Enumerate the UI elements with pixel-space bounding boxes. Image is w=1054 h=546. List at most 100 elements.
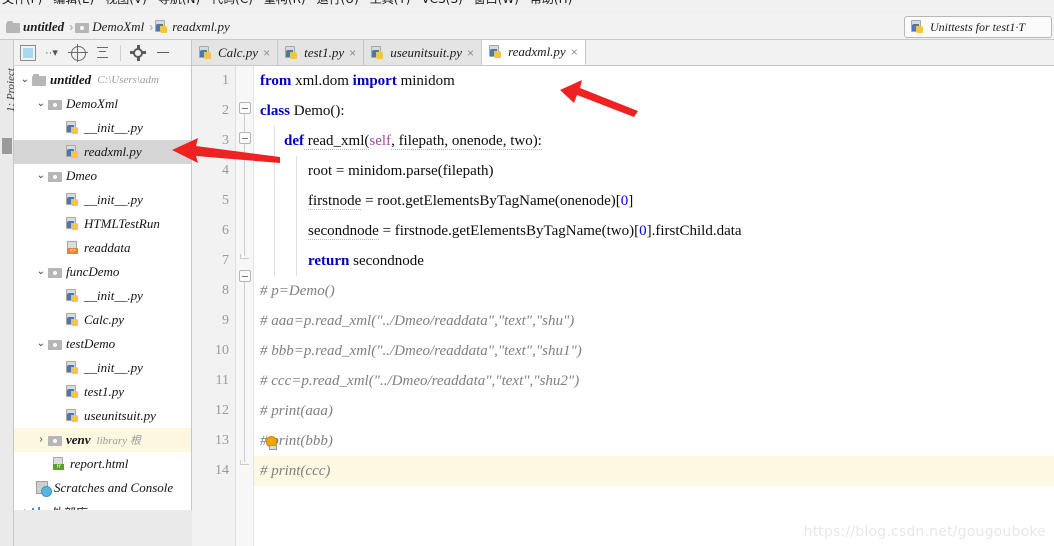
expr-end: ].firstChild.data	[646, 223, 742, 239]
tree-label: report.html	[70, 456, 129, 471]
fold-marker-def[interactable]	[239, 132, 251, 144]
html-file-icon: H	[52, 457, 66, 471]
run-configuration-selector[interactable]: Unittests for test1·T	[904, 16, 1052, 38]
chevron-down-icon[interactable]: ⌄	[18, 75, 32, 85]
menu-item-tools[interactable]: 工具(T)	[370, 0, 411, 5]
menu-item-refactor[interactable]: 重构(R)	[264, 0, 306, 5]
python-file-icon	[155, 19, 169, 34]
tree-row-readxml[interactable]: readxml.py	[14, 140, 191, 164]
line-number: 10	[215, 343, 229, 358]
expr: = root.getElementsByTagName(onenode)[	[361, 193, 621, 209]
navigation-bar: untitled › DemoXml › readxml.py	[0, 14, 1054, 40]
breadcrumb-file[interactable]: readxml.py	[169, 19, 233, 35]
collapse-all-icon[interactable]	[95, 45, 111, 61]
breadcrumb-project[interactable]: untitled	[20, 19, 67, 35]
chevron-down-icon[interactable]: ⌄	[34, 99, 48, 109]
tree-label: Scratches and Console	[54, 480, 174, 495]
project-tree: ⌄ untitled C:\Users\adm ⌄ DemoXml __init…	[14, 66, 191, 524]
project-view-selector-icon[interactable]	[20, 44, 36, 61]
line-number: 9	[222, 313, 229, 328]
close-icon[interactable]: ×	[467, 47, 474, 59]
menu-item-vcs[interactable]: VCS(S)	[421, 0, 462, 5]
tree-row-demoxml[interactable]: ⌄ DemoXml	[14, 92, 191, 116]
tree-label: Dmeo	[66, 168, 98, 183]
folder-icon	[32, 74, 46, 86]
chevron-right-icon[interactable]: ›	[34, 435, 48, 445]
tree-row-htmltestrunner[interactable]: HTMLTestRun	[14, 212, 191, 236]
chevron-down-icon[interactable]: ⌄	[34, 339, 48, 349]
chevron-down-icon[interactable]: ⌄	[34, 267, 48, 277]
scroll-from-source-icon[interactable]	[68, 43, 88, 62]
editor-tab-useunitsuit[interactable]: useunitsuit.py ×	[364, 40, 483, 65]
tree-label: useunitsuit.py	[84, 408, 156, 423]
menu-item-code[interactable]: 代码(C)	[211, 0, 253, 5]
tree-row-funcdemo[interactable]: ⌄ funcDemo	[14, 260, 191, 284]
menu-item-help[interactable]: 帮助(H)	[530, 0, 572, 5]
tree-label: HTMLTestRun	[84, 216, 160, 231]
watermark-text: https://blog.csdn.net/gougouboke	[803, 524, 1046, 540]
tree-label: __init__.py	[84, 192, 143, 207]
tree-row-funcdemo-init[interactable]: __init__.py	[14, 284, 191, 308]
tool-strip-marker	[2, 138, 12, 154]
menu-item-file[interactable]: 文件(F)	[2, 0, 42, 5]
project-panel-footer	[14, 510, 206, 546]
lightbulb-intention-icon[interactable]	[266, 436, 277, 450]
tree-row-dmeo-init[interactable]: __init__.py	[14, 188, 191, 212]
editor-tab-calc[interactable]: Calc.py ×	[192, 40, 279, 65]
tree-row-testdemo[interactable]: ⌄ testDemo	[14, 332, 191, 356]
tree-label: funcDemo	[66, 264, 120, 279]
code-content[interactable]: from xml.dom import minidom class Demo()…	[254, 66, 1054, 546]
menu-item-navigate[interactable]: 导航(N)	[158, 0, 200, 5]
tree-label: venv	[66, 432, 91, 447]
hide-panel-icon[interactable]	[155, 45, 171, 61]
var-secondnode: secondnode	[308, 223, 379, 240]
folder-icon	[48, 338, 62, 350]
code-line-11: # ccc=p.read_xml("../Dmeo/readdata","tex…	[260, 373, 580, 389]
editor-tab-bar: Calc.py × test1.py × useunitsuit.py × re…	[192, 40, 1054, 66]
fold-marker-class[interactable]	[239, 102, 251, 114]
code-line-12: # print(aaa)	[260, 403, 333, 419]
tree-label: __init__.py	[84, 288, 143, 303]
chevron-down-icon[interactable]: ⌄	[34, 171, 48, 181]
line-number: 13	[215, 433, 229, 448]
editor-tab-readxml[interactable]: readxml.py ×	[482, 40, 586, 65]
menu-item-run[interactable]: 运行(U)	[317, 0, 359, 5]
tree-row-demoxml-init[interactable]: __init__.py	[14, 116, 191, 140]
tree-path-hint: C:\Users\adm	[97, 74, 159, 86]
line-number: 2	[222, 103, 229, 118]
close-icon[interactable]: ×	[263, 47, 270, 59]
tree-row-readdata[interactable]: <> readdata	[14, 236, 191, 260]
breadcrumb-folder[interactable]: DemoXml	[89, 19, 147, 35]
menu-item-window[interactable]: 窗口(W)	[474, 0, 519, 5]
xml-file-icon: <>	[66, 241, 80, 255]
close-icon[interactable]: ×	[349, 47, 356, 59]
line-number: 7	[222, 253, 229, 268]
tree-row-dmeo[interactable]: ⌄ Dmeo	[14, 164, 191, 188]
tree-row-test1[interactable]: test1.py	[14, 380, 191, 404]
tree-label: untitled	[50, 72, 92, 87]
tree-row-testdemo-init[interactable]: __init__.py	[14, 356, 191, 380]
self-param: self	[369, 133, 392, 149]
menu-item-view[interactable]: 视图(V)	[105, 0, 147, 5]
tree-row-scratches[interactable]: Scratches and Console	[14, 476, 191, 500]
tree-label: test1.py	[84, 384, 125, 399]
editor-tab-test1[interactable]: test1.py ×	[278, 40, 365, 65]
settings-gear-icon[interactable]	[130, 44, 146, 61]
dropdown-arrow-icon[interactable]: ··▾	[45, 45, 61, 61]
tree-row-untitled[interactable]: ⌄ untitled C:\Users\adm	[14, 68, 191, 92]
tree-row-venv[interactable]: › venv library 根	[14, 428, 191, 452]
line-number: 14	[215, 463, 229, 478]
tree-row-useunitsuit[interactable]: useunitsuit.py	[14, 404, 191, 428]
fold-region-line	[244, 282, 245, 462]
tree-row-calc[interactable]: Calc.py	[14, 308, 191, 332]
code-line-3: def read_xml(self, filepath, onenode, tw…	[254, 126, 542, 156]
menu-item-edit[interactable]: 编辑(E)	[53, 0, 94, 5]
import-name: minidom	[396, 73, 455, 89]
code-editor[interactable]: 1 2 3 4 5 6 7 8 9 10 11 12 13 14 from xm…	[192, 66, 1054, 546]
tree-row-report-html[interactable]: H report.html	[14, 452, 191, 476]
code-folding-strip[interactable]	[236, 66, 254, 546]
fold-marker-comment[interactable]	[239, 270, 251, 282]
breadcrumb-separator-icon: ›	[69, 19, 74, 34]
close-icon[interactable]: ×	[571, 46, 578, 58]
line-number: 4	[222, 163, 229, 178]
